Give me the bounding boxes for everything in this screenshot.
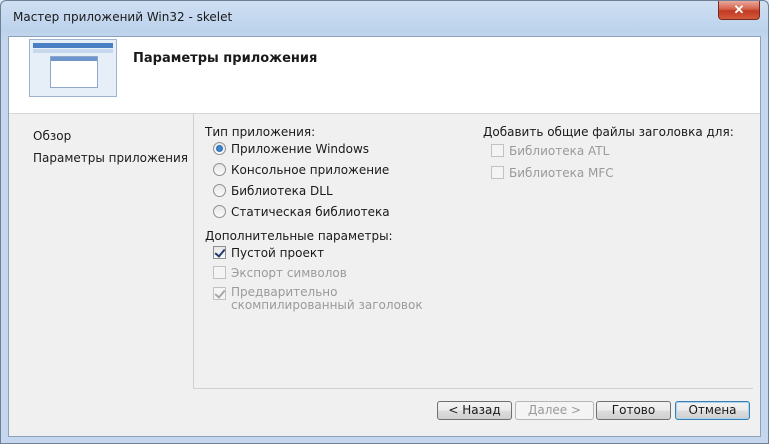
next-button[interactable]: Далее > xyxy=(515,401,594,420)
wizard-window: Мастер приложений Win32 - skelet ✕ Парам… xyxy=(0,0,769,444)
checkbox-icon xyxy=(213,266,226,279)
close-icon: ✕ xyxy=(733,2,745,17)
checkbox-precompiled-header[interactable]: Предварительно скомпилированный заголово… xyxy=(213,286,436,312)
footer-divider xyxy=(193,388,753,389)
wizard-window-icon xyxy=(29,39,117,97)
radio-console-app-label: Консольное приложение xyxy=(231,163,390,177)
title-bar[interactable]: Мастер приложений Win32 - skelet ✕ xyxy=(1,1,768,35)
back-button[interactable]: < Назад xyxy=(437,401,512,420)
cancel-button[interactable]: Отмена xyxy=(675,401,750,420)
checkbox-atl-label: Библиотека ATL xyxy=(509,144,610,158)
checkbox-mfc[interactable]: Библиотека MFC xyxy=(491,164,614,182)
finish-button[interactable]: Готово xyxy=(596,401,671,420)
radio-dll-label: Библиотека DLL xyxy=(231,184,333,198)
radio-console-app[interactable]: Консольное приложение xyxy=(213,161,389,179)
checkbox-checked-icon xyxy=(213,287,226,300)
radio-icon xyxy=(213,184,226,197)
checkbox-icon xyxy=(491,144,504,157)
checkbox-export-symbols[interactable]: Экспорт символов xyxy=(213,264,347,282)
nav-item-app-settings[interactable]: Параметры приложения xyxy=(33,147,188,169)
checkbox-checked-icon xyxy=(213,246,226,259)
wizard-client-area: Параметры приложения Обзор Параметры при… xyxy=(8,36,761,437)
radio-windows-app-label: Приложение Windows xyxy=(231,142,370,156)
radio-icon xyxy=(213,205,226,218)
radio-icon xyxy=(213,163,226,176)
radio-dll[interactable]: Библиотека DLL xyxy=(213,182,333,200)
nav-divider xyxy=(193,114,194,388)
radio-static-lib-label: Статическая библиотека xyxy=(231,205,390,219)
extra-options-label: Дополнительные параметры: xyxy=(205,229,393,243)
window-title: Мастер приложений Win32 - skelet xyxy=(13,10,233,24)
header-files-label: Добавить общие файлы заголовка для: xyxy=(483,125,734,139)
nav-item-overview[interactable]: Обзор xyxy=(33,125,188,147)
radio-selected-icon xyxy=(213,142,226,155)
page-title: Параметры приложения xyxy=(133,51,318,66)
radio-windows-app[interactable]: Приложение Windows xyxy=(213,140,369,158)
checkbox-empty-project[interactable]: Пустой проект xyxy=(213,244,324,262)
app-type-label: Тип приложения: xyxy=(205,125,316,139)
wizard-header: Параметры приложения xyxy=(9,37,760,114)
checkbox-precompiled-header-label: Предварительно скомпилированный заголово… xyxy=(231,285,423,312)
radio-static-lib[interactable]: Статическая библиотека xyxy=(213,203,390,221)
close-button[interactable]: ✕ xyxy=(718,1,760,20)
checkbox-empty-project-label: Пустой проект xyxy=(231,246,325,260)
checkbox-atl[interactable]: Библиотека ATL xyxy=(491,142,609,160)
checkbox-export-symbols-label: Экспорт символов xyxy=(231,266,347,280)
wizard-nav: Обзор Параметры приложения xyxy=(33,125,188,169)
checkbox-icon xyxy=(491,166,504,179)
checkbox-mfc-label: Библиотека MFC xyxy=(509,166,614,180)
